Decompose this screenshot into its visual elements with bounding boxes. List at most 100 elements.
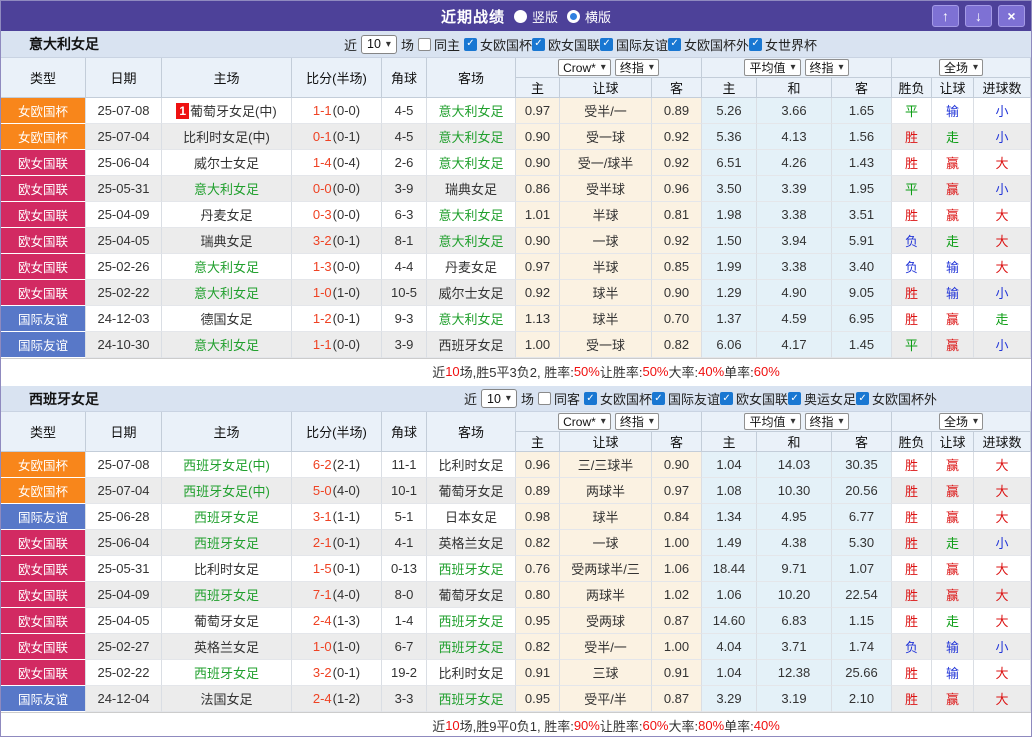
avg-draw: 6.83 — [757, 608, 832, 634]
same-venue-checkbox[interactable] — [417, 37, 431, 51]
score: 0-1 (0-1) — [292, 124, 382, 150]
checked-checkbox-icon[interactable]: ✓ — [749, 37, 763, 51]
match-date: 25-05-31 — [86, 176, 162, 202]
away-team: 西班牙女足 — [427, 634, 516, 660]
away-team-name: 西班牙女足 — [438, 692, 504, 707]
odds-time-select[interactable]: 终指 ▾ — [614, 413, 659, 430]
home-rank-badge: 1 — [176, 102, 189, 119]
score: 0-3 (0-0) — [292, 202, 382, 228]
checked-checkbox-icon[interactable]: ✓ — [668, 37, 682, 51]
radio-vertical-icon[interactable] — [513, 9, 527, 23]
col-header-date: 日期 — [86, 412, 162, 452]
result-wdl: 胜 — [892, 504, 932, 530]
result-goals: 小 — [974, 124, 1031, 150]
avg-draw: 4.38 — [757, 530, 832, 556]
league-filter-label: 国际友谊 — [668, 392, 721, 407]
checked-checkbox-icon[interactable]: ✓ — [532, 37, 545, 51]
avg-draw: 4.90 — [757, 280, 832, 306]
bookmaker-select[interactable]: Crow* ▾ — [558, 413, 611, 430]
league-filter-女欧国杯[interactable]: ✓ 女欧国杯 — [463, 35, 532, 54]
scope-select[interactable]: 全场 ▾ — [938, 59, 984, 76]
radio-horizontal-icon[interactable] — [567, 9, 580, 23]
match-count-value: 10 — [367, 37, 381, 51]
odds-away: 1.02 — [652, 582, 702, 608]
avg-home: 1.34 — [702, 504, 757, 530]
summary-segment: 60% — [753, 364, 780, 379]
league-filter-欧女国联[interactable]: ✓ 欧女国联 — [720, 389, 788, 408]
corner-score: 8-0 — [382, 582, 427, 608]
same-venue-filter[interactable]: 同主 — [417, 35, 460, 54]
average-time-select[interactable]: 终指 ▾ — [804, 413, 849, 430]
league-filter-奥运女足[interactable]: ✓ 奥运女足 — [788, 389, 856, 408]
handicap-line: 一球 — [560, 530, 652, 556]
away-team: 丹麦女足 — [427, 254, 516, 280]
result-goals: 小 — [974, 530, 1031, 556]
result-wdl: 胜 — [892, 202, 932, 228]
result-goals: 小 — [974, 98, 1031, 124]
league-filter-国际友谊[interactable]: ✓ 国际友谊 — [600, 35, 668, 54]
average-time-select[interactable]: 终指 ▾ — [804, 59, 849, 76]
away-team-name: 意大利女足 — [438, 312, 504, 327]
layout-radio-vertical[interactable]: 竖版 — [513, 7, 558, 26]
league-filter-女欧国杯外[interactable]: ✓ 女欧国杯外 — [856, 389, 937, 408]
league-filter-label: 奥运女足 — [804, 392, 857, 407]
checked-checkbox-icon[interactable]: ✓ — [652, 392, 665, 405]
match-count-select[interactable]: 10 ▾ — [481, 389, 517, 408]
odds-home: 0.95 — [516, 686, 560, 712]
close-button[interactable]: × — [998, 5, 1025, 27]
away-team: 西班牙女足 — [427, 686, 516, 712]
handicap-line: 两球半 — [560, 582, 652, 608]
home-team: 西班牙女足 — [162, 582, 292, 608]
result-goals: 大 — [974, 202, 1031, 228]
move-up-button[interactable]: ↑ — [932, 5, 959, 27]
scope-select[interactable]: 全场 ▾ — [938, 413, 984, 430]
same-venue-checkbox[interactable] — [537, 392, 551, 405]
fulltime-score: 0-1 — [312, 129, 332, 144]
odds-home: 0.97 — [516, 98, 560, 124]
home-team: 1 葡萄牙女足(中) — [162, 98, 292, 124]
odds-time-select[interactable]: 终指 ▾ — [614, 59, 659, 76]
checked-checkbox-icon[interactable]: ✓ — [463, 37, 477, 51]
league-filter-女欧国杯外[interactable]: ✓ 女欧国杯外 — [668, 35, 749, 54]
league-badge: 女欧国杯 — [1, 124, 86, 150]
corner-score: 3-9 — [382, 332, 427, 358]
same-venue-filter[interactable]: 同客 — [537, 389, 580, 408]
average-select[interactable]: 平均值 ▾ — [744, 59, 801, 76]
league-badge: 女欧国杯 — [1, 452, 86, 478]
bookmaker-select[interactable]: Crow* ▾ — [558, 59, 611, 76]
near-label: 近 — [464, 392, 478, 407]
avg-home: 1.98 — [702, 202, 757, 228]
league-filter-欧女国联[interactable]: ✓ 欧女国联 — [532, 35, 600, 54]
checked-checkbox-icon[interactable]: ✓ — [856, 392, 870, 405]
avg-draw: 3.94 — [757, 228, 832, 254]
checked-checkbox-icon[interactable]: ✓ — [720, 392, 734, 405]
result-goals: 大 — [974, 150, 1031, 176]
away-team: 西班牙女足 — [427, 608, 516, 634]
match-count-select[interactable]: 10 ▾ — [361, 34, 397, 54]
home-team-name: 英格兰女足 — [193, 640, 259, 655]
corner-score: 11-1 — [382, 452, 427, 478]
checked-checkbox-icon[interactable]: ✓ — [583, 392, 597, 405]
avg-home: 1.29 — [702, 280, 757, 306]
move-down-button[interactable]: ↓ — [965, 5, 992, 27]
league-filter-女世界杯[interactable]: ✓ 女世界杯 — [749, 35, 817, 54]
handicap-line: 球半 — [560, 504, 652, 530]
avg-away: 1.56 — [832, 124, 892, 150]
odds-home: 0.91 — [516, 660, 560, 686]
chevron-down-icon: ▾ — [790, 416, 796, 427]
away-team-name: 威尔士女足 — [438, 286, 504, 301]
checked-checkbox-icon[interactable]: ✓ — [788, 392, 802, 405]
league-filter-国际友谊[interactable]: ✓ 国际友谊 — [652, 389, 720, 408]
match-date: 25-07-04 — [86, 478, 162, 504]
checked-checkbox-icon[interactable]: ✓ — [600, 37, 614, 51]
home-team-name: 丹麦女足 — [200, 208, 253, 223]
home-team: 比利时女足(中) — [162, 124, 292, 150]
near-label: 近 — [344, 37, 358, 53]
avg-draw: 4.59 — [757, 306, 832, 332]
avg-home: 3.50 — [702, 176, 757, 202]
fulltime-score: 1-1 — [312, 337, 332, 352]
average-select[interactable]: 平均值 ▾ — [744, 413, 801, 430]
league-filter-女欧国杯[interactable]: ✓ 女欧国杯 — [583, 389, 652, 408]
match-date: 25-04-09 — [86, 202, 162, 228]
layout-radio-horizontal[interactable]: 横版 — [567, 7, 611, 26]
